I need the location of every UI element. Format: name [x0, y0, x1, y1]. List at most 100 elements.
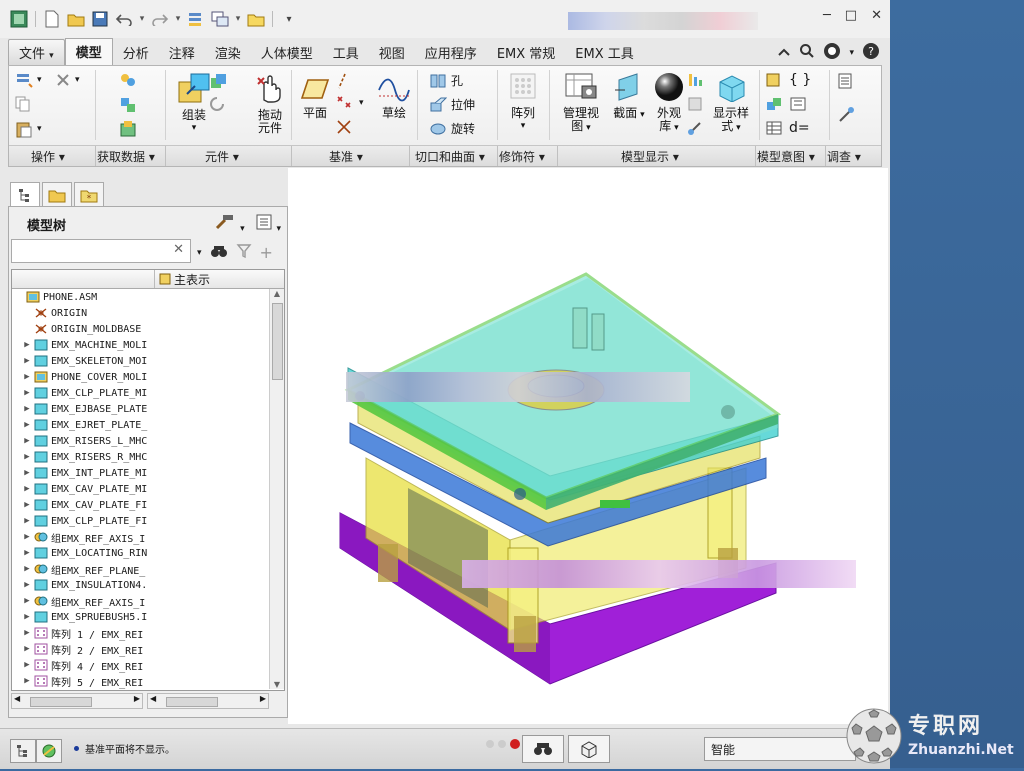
save-icon[interactable]: [89, 8, 111, 30]
new-file-icon[interactable]: [41, 8, 63, 30]
tree-row[interactable]: ORIGIN_MOLDBASE: [12, 321, 268, 337]
tree-row[interactable]: PHONE.ASM: [12, 289, 268, 305]
group-get-data[interactable]: 获取数据 ▾: [97, 148, 155, 165]
copy-geometry-icon[interactable]: [119, 96, 137, 114]
tree-row[interactable]: ▶阵列 6 / EMX_REI: [12, 689, 268, 690]
search-dropdown-icon[interactable]: ▾: [197, 248, 202, 258]
scroll-down-icon[interactable]: ▼: [270, 680, 284, 689]
paste-button[interactable]: ▾: [15, 120, 42, 138]
tree-row[interactable]: ▶ 组EMX_REF_AXIS_I: [12, 529, 268, 545]
expand-arrow-icon[interactable]: ▶: [20, 468, 34, 478]
mold-assembly-model[interactable]: [288, 168, 888, 724]
tree-row[interactable]: ▶ 阵列 5 / EMX_REI: [12, 673, 268, 689]
hole-button[interactable]: 孔: [429, 72, 463, 89]
community-dropdown-icon[interactable]: ▾: [849, 48, 854, 58]
section-button[interactable]: 截面 ▾: [607, 72, 651, 122]
tree-row[interactable]: ▶ 阵列 4 / EMX_REI: [12, 657, 268, 673]
group-component[interactable]: 元件 ▾: [205, 148, 239, 165]
group-datum[interactable]: 基准 ▾: [329, 148, 363, 165]
windows-icon[interactable]: [209, 8, 231, 30]
user-defined-feature-icon[interactable]: [119, 72, 137, 88]
display-list-icon[interactable]: [687, 96, 703, 112]
sketch-button[interactable]: 草绘: [369, 76, 419, 120]
filter-icon[interactable]: [236, 243, 252, 262]
expand-arrow-icon[interactable]: ▶: [20, 580, 34, 590]
tab-emx-general[interactable]: EMX 常规: [487, 40, 565, 66]
graphics-area[interactable]: [288, 168, 888, 724]
tree-row[interactable]: ▶ EMX_EJRET_PLATE_: [12, 417, 268, 433]
shrinkwrap-icon[interactable]: [119, 120, 137, 138]
tab-analysis[interactable]: 分析: [113, 40, 159, 66]
tab-annotate[interactable]: 注释: [159, 40, 205, 66]
tab-render[interactable]: 渲染: [205, 40, 251, 66]
relations-braces-icon[interactable]: { }: [789, 72, 811, 88]
expand-arrow-icon[interactable]: ▶: [20, 676, 34, 686]
tree-row[interactable]: ▶ EMX_EJBASE_PLATE: [12, 401, 268, 417]
tab-applications[interactable]: 应用程序: [415, 40, 487, 66]
expand-arrow-icon[interactable]: ▶: [20, 628, 34, 638]
bom-icon[interactable]: [837, 72, 855, 90]
help-icon[interactable]: ?: [862, 42, 880, 63]
delete-button[interactable]: ▾: [55, 72, 80, 88]
appearance-gallery-button[interactable]: 外观 库 ▾: [649, 72, 689, 135]
group-operations[interactable]: 操作 ▾: [31, 148, 65, 165]
repeat-icon[interactable]: [209, 96, 225, 112]
minimize-button[interactable]: ─: [823, 8, 831, 23]
add-plus-icon[interactable]: +: [260, 243, 273, 262]
open-folder-icon[interactable]: [65, 8, 87, 30]
tree-row[interactable]: ▶ EMX_SPRUEBUSH5.I: [12, 609, 268, 625]
expand-arrow-icon[interactable]: ▶: [20, 420, 34, 430]
expand-arrow-icon[interactable]: ▶: [20, 436, 34, 446]
tree-row[interactable]: ▶ EMX_CLP_PLATE_FI: [12, 513, 268, 529]
redo-icon[interactable]: [149, 8, 171, 30]
edit-appearance-icon[interactable]: [687, 120, 703, 136]
search-icon[interactable]: [799, 43, 815, 62]
tree-vertical-scrollbar[interactable]: ▲ ▼: [269, 289, 284, 689]
tab-file[interactable]: 文件 ▾: [8, 39, 65, 66]
expand-arrow-icon[interactable]: ▶: [20, 404, 34, 414]
model-tree-search-input[interactable]: ✕: [11, 239, 191, 263]
scroll-up-icon[interactable]: ▲: [270, 289, 284, 298]
undo-dropdown-icon[interactable]: ▾: [137, 8, 147, 30]
copy-icon[interactable]: [15, 96, 31, 112]
create-component-icon[interactable]: [209, 72, 227, 90]
family-table-icon[interactable]: [765, 72, 783, 88]
tree-row[interactable]: ORIGIN: [12, 305, 268, 321]
tab-view[interactable]: 视图: [369, 40, 415, 66]
expand-arrow-icon[interactable]: ▶: [20, 660, 34, 670]
expand-arrow-icon[interactable]: ▶: [20, 612, 34, 622]
binoculars-icon[interactable]: [210, 244, 228, 261]
expand-arrow-icon[interactable]: ▶: [20, 564, 34, 574]
manage-views-button[interactable]: 管理视 图 ▾: [555, 72, 607, 135]
expand-arrow-icon[interactable]: ▶: [20, 484, 34, 494]
perspective-icon[interactable]: [687, 72, 703, 88]
extrude-button[interactable]: 拉伸: [429, 96, 475, 113]
expand-arrow-icon[interactable]: ▶: [20, 372, 34, 382]
undo-icon[interactable]: [113, 8, 135, 30]
tree-row[interactable]: ▶ 组EMX_REF_AXIS_I: [12, 593, 268, 609]
tab-emx-tools[interactable]: EMX 工具: [565, 40, 643, 66]
settings-hammer-icon[interactable]: ▾: [214, 213, 245, 234]
plane-button[interactable]: 平面: [293, 76, 337, 120]
tree-row[interactable]: ▶ EMX_INSULATION4.: [12, 577, 268, 593]
tree-row[interactable]: ▶ EMX_LOCATING_RIN: [12, 545, 268, 561]
revolve-button[interactable]: 旋转: [429, 120, 475, 137]
tree-row[interactable]: ▶ 组EMX_REF_PLANE_: [12, 561, 268, 577]
parameters-table-icon[interactable]: [765, 120, 783, 136]
group-modifiers[interactable]: 修饰符 ▾: [499, 148, 545, 165]
display-style-button[interactable]: 显示样 式 ▾: [705, 72, 757, 135]
toggle-navigator-button[interactable]: [10, 739, 36, 763]
hscroll-left[interactable]: ◀ ▶: [11, 693, 143, 709]
expand-arrow-icon[interactable]: ▶: [20, 356, 34, 366]
tab-model[interactable]: 模型: [64, 38, 113, 66]
tree-row[interactable]: ▶ EMX_MACHINE_MOLI: [12, 337, 268, 353]
group-model-display[interactable]: 模型显示 ▾: [621, 148, 679, 165]
windows-dropdown-icon[interactable]: ▾: [233, 8, 243, 30]
selection-box-button[interactable]: [568, 735, 610, 763]
group-cut-surface[interactable]: 切口和曲面 ▾: [415, 148, 485, 165]
datum-axis-icon[interactable]: [335, 72, 349, 90]
customize-toolbar-icon[interactable]: ▾: [278, 8, 300, 30]
expand-arrow-icon[interactable]: ▶: [20, 340, 34, 350]
expand-arrow-icon[interactable]: ▶: [20, 548, 34, 558]
expand-arrow-icon[interactable]: ▶: [20, 532, 34, 542]
